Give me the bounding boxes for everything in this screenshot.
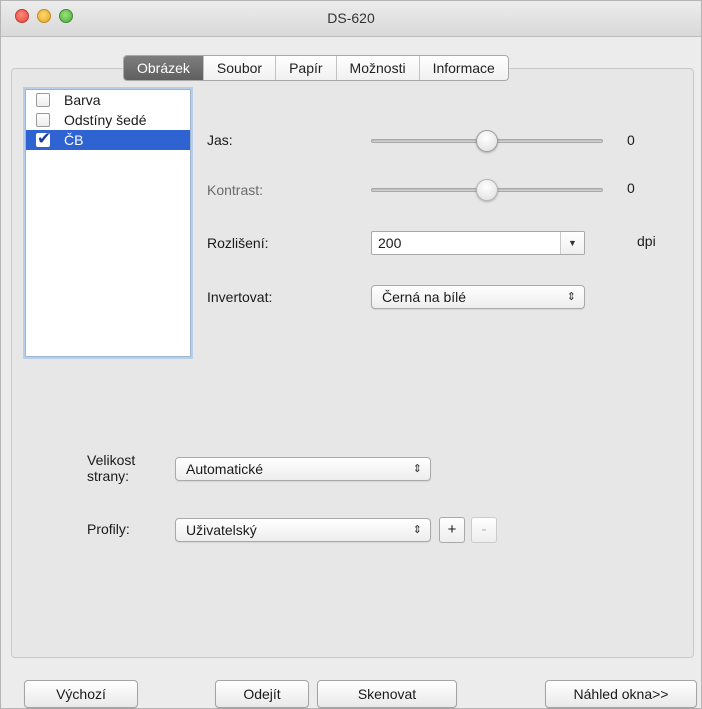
profiles-label: Profily: <box>87 521 130 537</box>
color-mode-item-grayscale[interactable]: Odstíny šedé <box>26 110 190 130</box>
profiles-popup[interactable]: Uživatelský ⇕ <box>175 518 431 542</box>
updown-arrows-icon: ⇕ <box>412 524 422 536</box>
color-mode-label: Barva <box>64 92 101 108</box>
dropdown-arrow-icon[interactable]: ▼ <box>560 232 584 254</box>
close-button[interactable]: Odejít <box>215 680 309 708</box>
page-size-label-line2: strany: <box>87 468 130 484</box>
color-mode-label: Odstíny šedé <box>64 112 147 128</box>
window-title: DS-620 <box>327 10 375 26</box>
contrast-value: 0 <box>627 180 635 196</box>
contrast-slider-thumb[interactable] <box>476 179 498 201</box>
resolution-label: Rozlišení: <box>207 235 269 251</box>
profiles-value: Uživatelský <box>186 522 257 538</box>
color-checkbox[interactable] <box>36 93 50 107</box>
remove-profile-button[interactable]: - <box>471 517 497 543</box>
page-size-value: Automatické <box>186 461 264 477</box>
updown-arrows-icon: ⇕ <box>566 291 576 303</box>
color-mode-item-black-white[interactable]: ✔ ČB <box>26 129 190 150</box>
invert-label: Invertovat: <box>207 289 273 305</box>
tab-file[interactable]: Soubor <box>202 56 275 80</box>
black-white-checkbox[interactable]: ✔ <box>36 129 51 148</box>
brightness-slider-thumb[interactable] <box>476 130 498 152</box>
updown-arrows-icon: ⇕ <box>412 463 422 475</box>
resolution-value: 200 <box>378 235 402 251</box>
title-bar: DS-620 <box>1 1 701 37</box>
tab-options[interactable]: Možnosti <box>335 56 419 80</box>
tab-bar: Obrázek Soubor Papír Možnosti Informace <box>123 55 509 81</box>
color-mode-list: Barva Odstíny šedé ✔ ČB <box>25 89 191 357</box>
invert-popup[interactable]: Černá na bílé ⇕ <box>371 285 585 309</box>
grayscale-checkbox[interactable] <box>36 113 50 127</box>
resolution-combo[interactable]: 200 ▼ <box>371 231 585 255</box>
tab-image[interactable]: Obrázek <box>124 56 203 80</box>
tab-paper[interactable]: Papír <box>275 56 335 80</box>
contrast-slider[interactable] <box>371 179 603 201</box>
scanner-window: DS-620 Obrázek Soubor Papír Možnosti Inf… <box>0 0 702 709</box>
color-mode-label: ČB <box>64 132 84 148</box>
tab-information[interactable]: Informace <box>418 56 508 80</box>
page-size-label: Velikost strany: <box>87 452 135 484</box>
preview-window-button[interactable]: Náhled okna>> <box>545 680 697 708</box>
brightness-slider[interactable] <box>371 130 603 152</box>
invert-value: Černá na bílé <box>382 289 467 305</box>
add-profile-button[interactable]: + <box>439 517 465 543</box>
resolution-unit: dpi <box>637 233 656 249</box>
default-button[interactable]: Výchozí <box>24 680 138 708</box>
page-size-label-line1: Velikost <box>87 452 136 468</box>
scan-button[interactable]: Skenovat <box>317 680 457 708</box>
checkmark-icon: ✔ <box>37 129 52 148</box>
color-mode-item-color[interactable]: Barva <box>26 90 190 110</box>
brightness-label: Jas: <box>207 132 233 148</box>
contrast-label: Kontrast: <box>207 182 264 198</box>
page-size-popup[interactable]: Automatické ⇕ <box>175 457 431 481</box>
brightness-value: 0 <box>627 132 635 148</box>
